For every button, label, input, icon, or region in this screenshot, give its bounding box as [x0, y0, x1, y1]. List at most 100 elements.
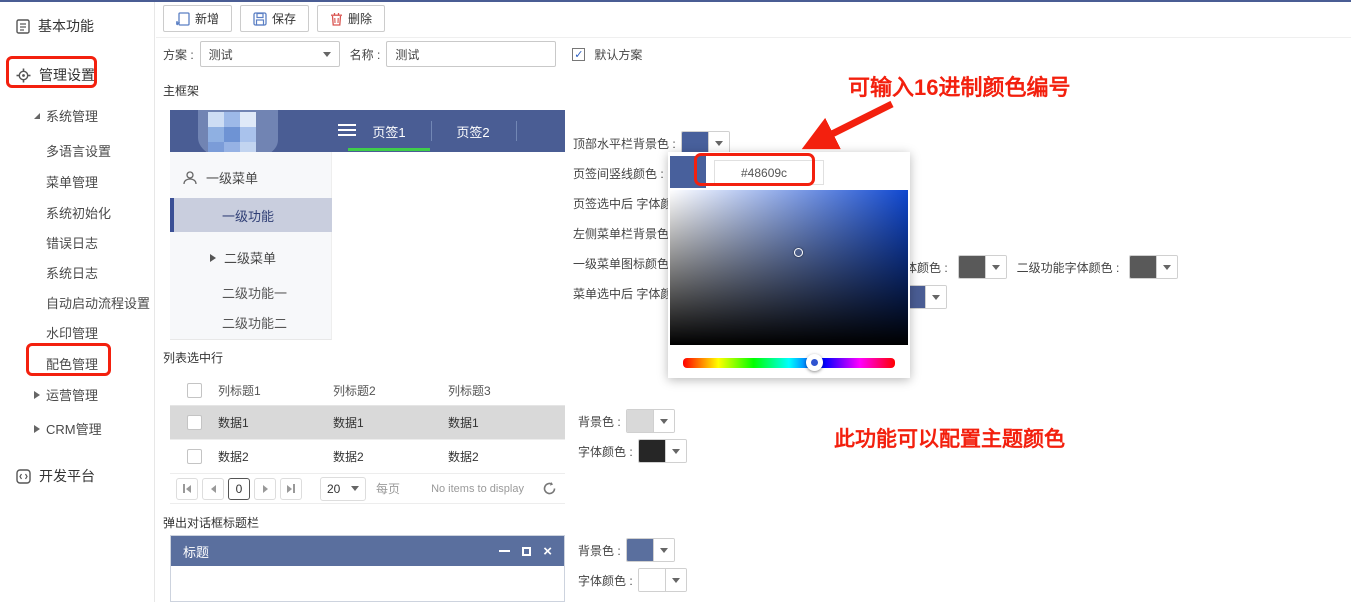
- preview-menu-label: 二级菜单: [224, 248, 276, 267]
- sidebar-item-label: 系统日志: [46, 263, 98, 282]
- preview-tab-1[interactable]: 页签1: [348, 110, 430, 152]
- setting-label: 字体颜色 :: [578, 572, 633, 589]
- annotation-theme-note: 此功能可以配置主题颜色: [834, 423, 1065, 453]
- hue-slider-handle[interactable]: [806, 354, 823, 371]
- sidebar-item-system-management[interactable]: 系统管理: [34, 106, 98, 125]
- last-page-button[interactable]: [280, 478, 302, 500]
- color-dropdown-button[interactable]: [1156, 256, 1177, 278]
- hex-color-input[interactable]: [714, 160, 824, 185]
- delete-button-label: 删除: [348, 10, 372, 27]
- sidebar-item-crm-management[interactable]: CRM管理: [34, 419, 102, 438]
- delete-button[interactable]: 删除: [317, 5, 385, 32]
- color-dropdown-button[interactable]: [653, 410, 674, 432]
- maximize-icon[interactable]: [522, 547, 531, 556]
- sidebar-item-label: 错误日志: [46, 233, 98, 252]
- color-swatch: [682, 132, 708, 154]
- dialog-font-color-picker[interactable]: [638, 568, 687, 592]
- hue-slider[interactable]: [683, 358, 895, 368]
- close-icon[interactable]: ×: [543, 544, 552, 559]
- color-picker-popup: [668, 152, 910, 378]
- dialog-bg-color-picker[interactable]: [626, 538, 675, 562]
- dialog-font-color-row: 字体颜色 :: [578, 568, 687, 592]
- dialog-titlebar: 标题 ×: [171, 536, 564, 566]
- chevron-down-icon: [351, 486, 359, 491]
- sidebar-item-error-log[interactable]: 错误日志: [46, 233, 98, 252]
- saturation-value-gradient[interactable]: [670, 190, 908, 345]
- preview-menu-label: 一级功能: [222, 206, 274, 225]
- sidebar-item-menu-management[interactable]: 菜单管理: [46, 172, 98, 191]
- color-dropdown-button[interactable]: [665, 440, 686, 462]
- sidebar-item-system-init[interactable]: 系统初始化: [46, 203, 111, 222]
- sidebar-item-auto-start-flow[interactable]: 自动启动流程设置: [46, 293, 150, 312]
- column-header: 列标题1: [218, 382, 333, 399]
- sidebar-item-label: 系统初始化: [46, 203, 111, 222]
- default-scheme-checkbox[interactable]: ✓: [572, 48, 585, 61]
- chevron-down-icon: [660, 548, 668, 553]
- table-row-selected[interactable]: 数据1 数据1 数据1: [170, 406, 565, 440]
- sidebar-item-operation-management[interactable]: 运营管理: [34, 385, 98, 404]
- sidebar-item-admin-settings[interactable]: 管理设置: [16, 65, 95, 85]
- setting-label: 背景色 :: [578, 413, 621, 430]
- gradient-indicator[interactable]: [794, 248, 803, 257]
- minimize-icon[interactable]: [499, 550, 510, 552]
- color-dropdown-button[interactable]: [708, 132, 729, 154]
- new-button[interactable]: 新增: [163, 5, 232, 32]
- preview-table: 列标题1 列标题2 列标题3 数据1 数据1 数据1 数据2 数据2 数据2 0…: [170, 376, 565, 504]
- sidebar-item-basic-functions[interactable]: 基本功能: [16, 16, 94, 36]
- setting-label: 字体颜色 :: [578, 443, 633, 460]
- func2-font-color-picker[interactable]: [1129, 255, 1178, 279]
- color-dropdown-button[interactable]: [653, 539, 674, 561]
- list-font-color-picker[interactable]: [638, 439, 687, 463]
- prev-page-button[interactable]: [202, 478, 224, 500]
- user-icon: [182, 170, 198, 186]
- sidebar-item-color-management[interactable]: 配色管理: [46, 354, 98, 373]
- name-input[interactable]: 测试: [386, 41, 556, 67]
- color-dropdown-button[interactable]: [985, 256, 1006, 278]
- tab-divider: [516, 121, 517, 141]
- header-checkbox[interactable]: [187, 383, 202, 398]
- collapsed-triangle-icon: [34, 391, 40, 399]
- sidebar: 基本功能 管理设置 系统管理 多语言设置 菜单管理 系统初始化 错误日志 系统日…: [0, 2, 155, 602]
- pagination-bar: 0 20 每页 No items to display: [170, 474, 565, 504]
- preview-menu-func1-selected[interactable]: 一级功能: [170, 198, 332, 232]
- preview-menu-label: 二级功能一: [222, 283, 287, 302]
- dialog-bg-color-row: 背景色 :: [578, 538, 675, 562]
- sidebar-item-system-log[interactable]: 系统日志: [46, 263, 98, 282]
- current-page-box[interactable]: 0: [228, 478, 250, 500]
- row-checkbox[interactable]: [187, 449, 202, 464]
- func1-font-color-picker[interactable]: [958, 255, 1007, 279]
- color-dropdown-button[interactable]: [665, 569, 686, 591]
- table-row[interactable]: 数据2 数据2 数据2: [170, 440, 565, 474]
- chevron-down-icon: [660, 419, 668, 424]
- sidebar-item-multilanguage[interactable]: 多语言设置: [46, 141, 111, 160]
- save-floppy-icon: [253, 12, 267, 26]
- list-bg-color-picker[interactable]: [626, 409, 675, 433]
- row-checkbox[interactable]: [187, 415, 202, 430]
- next-page-button[interactable]: [254, 478, 276, 500]
- list-font-color-row: 字体颜色 :: [578, 439, 687, 463]
- first-page-button[interactable]: [176, 478, 198, 500]
- preview-menu-func2b[interactable]: 二级功能二: [222, 313, 287, 332]
- preview-menu-level2[interactable]: 二级菜单: [210, 248, 276, 267]
- sidebar-item-watermark[interactable]: 水印管理: [46, 323, 98, 342]
- theme-preview-frame: 页签1 页签2 一级菜单 一级功能 二级菜单 二级功能一 二级功能二: [170, 110, 565, 340]
- page-size-select[interactable]: 20: [320, 477, 366, 501]
- preview-menu-func2a[interactable]: 二级功能一: [222, 283, 287, 302]
- scheme-form: 方案 : 测试 名称 : 测试 ✓ 默认方案: [163, 41, 642, 67]
- chevron-down-icon: [992, 265, 1000, 270]
- column-header: 列标题3: [448, 382, 565, 399]
- annotation-arrow: [788, 96, 900, 160]
- preview-menu-level1[interactable]: 一级菜单: [182, 168, 258, 187]
- color-swatch: [639, 569, 665, 591]
- refresh-icon[interactable]: [542, 481, 557, 496]
- color-dropdown-button[interactable]: [925, 286, 946, 308]
- scheme-select[interactable]: 测试: [200, 41, 340, 67]
- collapsed-triangle-icon: [210, 254, 216, 262]
- name-input-value: 测试: [395, 46, 419, 63]
- chevron-down-icon: [932, 295, 940, 300]
- save-button[interactable]: 保存: [240, 5, 309, 32]
- color-swatch: [627, 539, 653, 561]
- preview-tab-2[interactable]: 页签2: [432, 110, 514, 152]
- chevron-down-icon: [1163, 265, 1171, 270]
- sidebar-item-dev-platform[interactable]: 开发平台: [16, 466, 95, 486]
